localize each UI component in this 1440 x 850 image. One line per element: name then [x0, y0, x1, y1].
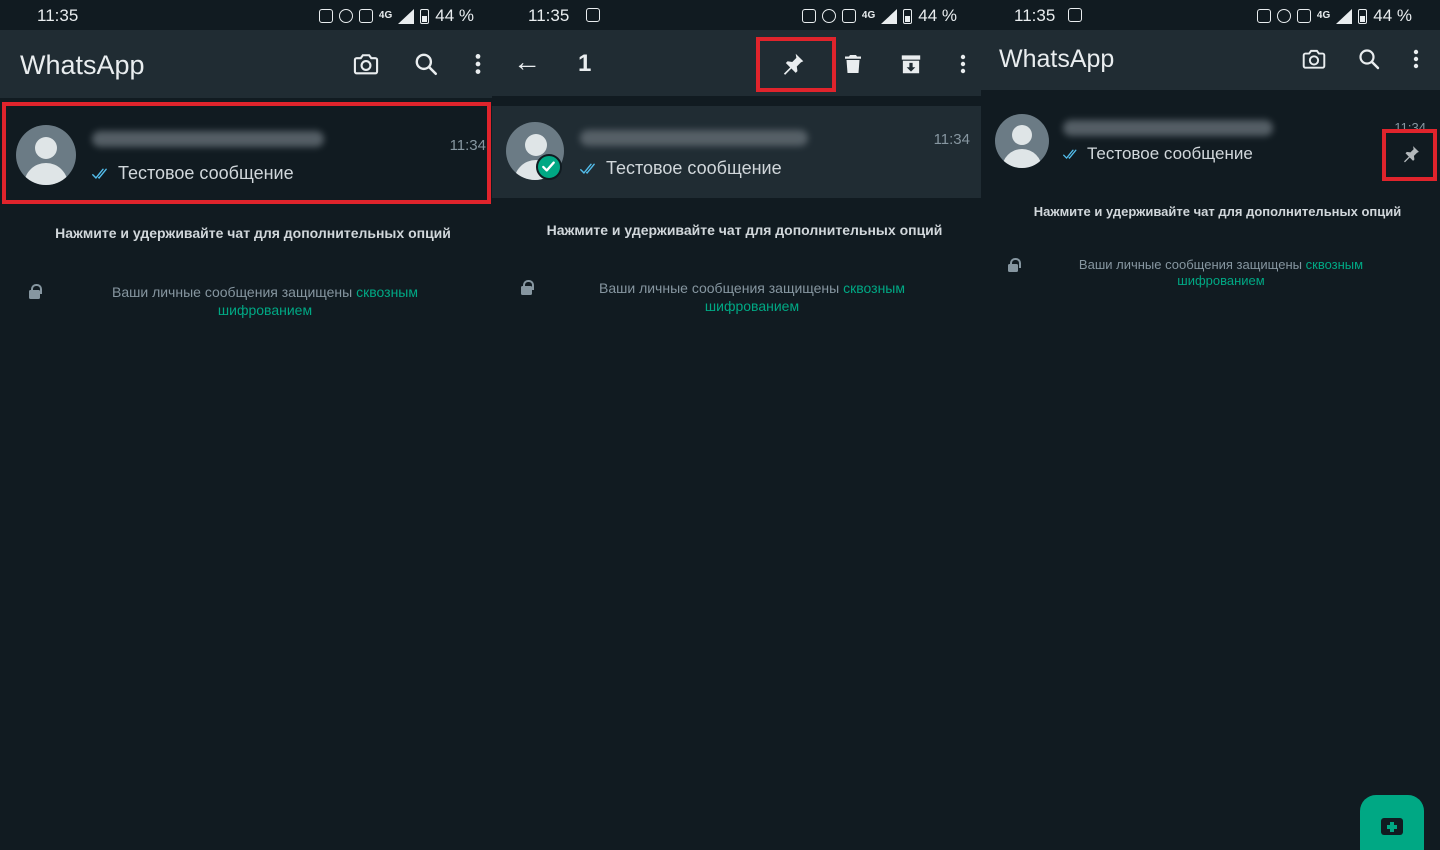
more-vert-icon[interactable]: [1399, 42, 1433, 76]
chat-time: 11:34: [933, 131, 970, 148]
chat-time: 11:34: [1394, 120, 1426, 129]
nfc-icon: [318, 9, 333, 23]
signal-icon: [1336, 8, 1353, 24]
chat-row-selected[interactable]: 11:34 Тестовое сообщение: [492, 106, 981, 198]
alarm-icon: [338, 9, 353, 23]
app-bar: WhatsApp: [0, 30, 492, 98]
status-time: 11:35: [37, 6, 79, 25]
status-bar: 11:35 4G 44 %: [981, 0, 1440, 30]
last-message: Тестовое сообщение: [1063, 144, 1253, 164]
battery-icon: [903, 8, 913, 24]
app-bar: WhatsApp: [981, 30, 1440, 90]
panel-pinned-result: 11:35 4G 44 % WhatsApp 11:34 Тестовое со…: [981, 0, 1440, 850]
status-icons: 4G 44 %: [1256, 6, 1412, 26]
status-time: 11:35: [1014, 6, 1056, 25]
battery-level: 44 %: [435, 6, 474, 25]
last-message-text: Тестовое сообщение: [606, 158, 782, 178]
alarm-icon: [1276, 9, 1291, 23]
status-time: 11:35: [528, 6, 570, 25]
screenshot-icon: [1068, 8, 1082, 22]
status-icons: 4G 44 %: [801, 6, 957, 26]
vibrate-icon: [358, 9, 373, 23]
e2e-notice: Ваши личные сообщения защищены сквозным …: [112, 284, 418, 318]
new-chat-icon: [1381, 818, 1403, 835]
nfc-icon: [1256, 9, 1271, 23]
nfc-icon: [801, 9, 816, 23]
hint-text: Нажмите и удерживайте чат для дополнител…: [1033, 204, 1402, 219]
network-type: 4G: [378, 10, 393, 21]
chat-row-pinned[interactable]: 11:34 Тестовое сообщение: [981, 94, 1440, 186]
battery-level: 44 %: [918, 6, 957, 25]
signal-icon: [398, 8, 415, 24]
lock-icon: [29, 284, 42, 299]
tutorial-strip: 11:35 4G 44 % WhatsApp 11:34 Тестовое со…: [0, 0, 1440, 850]
battery-icon: [1358, 8, 1368, 24]
e2e-notice: Ваши личные сообщения защищены сквозным …: [599, 280, 905, 314]
network-type: 4G: [861, 10, 876, 21]
status-icons: 4G 44 %: [318, 6, 474, 26]
delete-icon[interactable]: [836, 47, 870, 81]
network-type: 4G: [1316, 10, 1331, 21]
panel-chat-list: 11:35 4G 44 % WhatsApp 11:34 Тестовое со…: [0, 0, 492, 850]
hint-text: Нажмите и удерживайте чат для дополнител…: [55, 225, 451, 241]
double-tick-icon: [1063, 147, 1083, 162]
selected-count: 1: [578, 50, 592, 77]
hint-text: Нажмите и удерживайте чат для дополнител…: [546, 222, 943, 238]
alarm-icon: [821, 9, 836, 23]
last-message: Тестовое сообщение: [580, 158, 782, 179]
signal-icon: [881, 8, 898, 24]
search-icon[interactable]: [409, 47, 443, 81]
more-vert-icon[interactable]: [946, 47, 980, 81]
vibrate-icon: [841, 9, 856, 23]
battery-icon: [420, 8, 430, 24]
camera-icon[interactable]: [1297, 42, 1331, 76]
back-arrow-icon[interactable]: ←: [510, 45, 544, 79]
app-title: WhatsApp: [999, 45, 1115, 73]
last-message-text: Тестовое сообщение: [1087, 144, 1253, 163]
camera-icon[interactable]: [349, 47, 383, 81]
contact-name-blurred: [1063, 120, 1273, 136]
e2e-notice: Ваши личные сообщения защищены сквозным …: [1078, 257, 1364, 288]
highlight-pin-button: [756, 37, 836, 92]
selected-check-icon: [536, 154, 562, 180]
new-chat-button[interactable]: [1360, 795, 1424, 850]
battery-level: 44 %: [1373, 6, 1412, 25]
more-vert-icon[interactable]: [461, 47, 492, 81]
highlight-chat-row: [2, 102, 491, 204]
selection-app-bar: ← 1: [492, 30, 981, 96]
status-bar: 11:35 4G 44 %: [492, 0, 981, 30]
lock-icon: [1008, 258, 1021, 272]
archive-icon[interactable]: [894, 47, 928, 81]
highlight-pinned-icon: [1382, 129, 1437, 181]
search-icon[interactable]: [1352, 42, 1386, 76]
panel-selection-mode: 11:35 4G 44 % ← 1 11:34 Тестовое сообщен…: [492, 0, 981, 850]
screenshot-icon: [586, 8, 600, 22]
contact-name-blurred: [580, 130, 808, 146]
app-title: WhatsApp: [20, 50, 145, 80]
double-tick-icon: [580, 161, 602, 177]
avatar[interactable]: [995, 114, 1049, 168]
vibrate-icon: [1296, 9, 1311, 23]
lock-icon: [521, 280, 534, 295]
status-bar: 11:35 4G 44 %: [0, 0, 492, 30]
